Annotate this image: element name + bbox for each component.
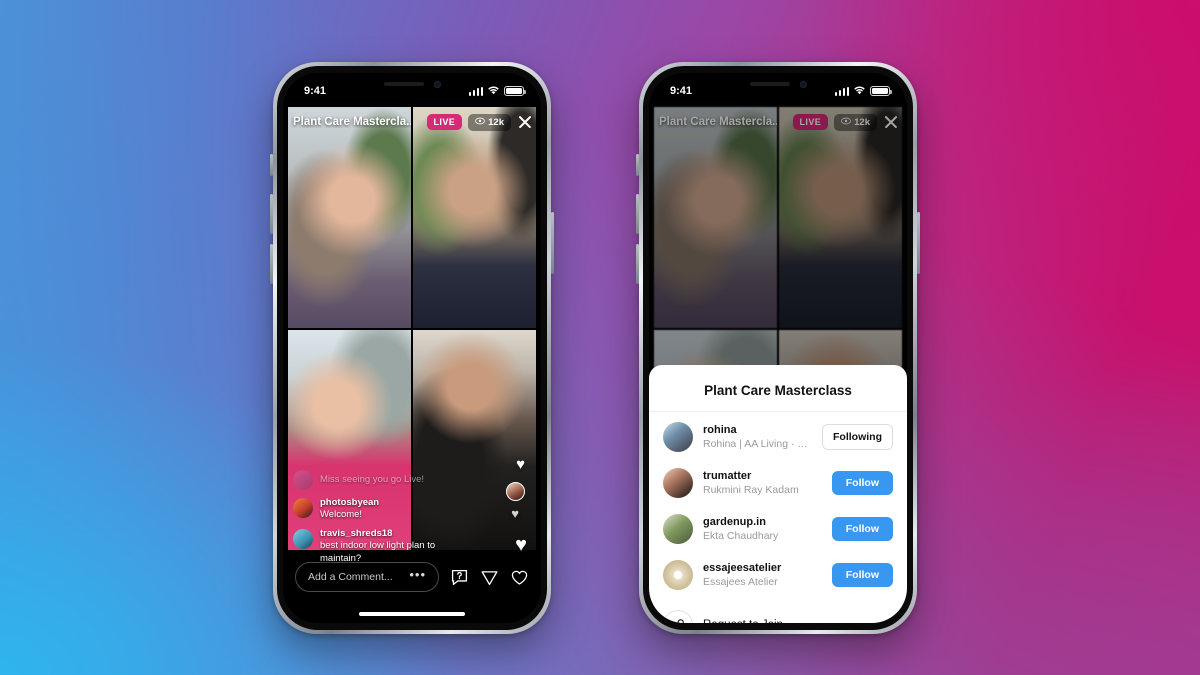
comment-text: Welcome!	[320, 509, 363, 521]
avatar-reaction-icon	[506, 482, 525, 501]
phone-bezel: 9:41 Plant Care Mastercla...	[643, 66, 913, 630]
person-fullname: Rohina | AA Living · Host	[703, 438, 812, 451]
mute-switch[interactable]	[636, 154, 639, 176]
avatar[interactable]	[663, 422, 693, 452]
heart-icon[interactable]	[509, 567, 529, 587]
avatar[interactable]	[293, 498, 313, 519]
person-username: trumatter	[703, 469, 752, 482]
list-item: photosbyean Welcome!	[293, 497, 475, 521]
people-list: rohina Rohina | AA Living · Host Followi…	[649, 412, 907, 598]
avatar[interactable]	[663, 468, 693, 498]
person-meta: gardenup.in Ekta Chaudhary	[703, 515, 822, 543]
status-time: 9:41	[670, 85, 693, 97]
comment-body: photosbyean Welcome!	[320, 497, 379, 521]
phone-bezel: 9:41 Plant Care Mastercla...	[277, 66, 547, 630]
comment-input[interactable]: Add a Comment... •••	[295, 562, 439, 592]
mute-switch[interactable]	[270, 154, 273, 176]
more-options-icon[interactable]: •••	[409, 568, 426, 581]
following-button[interactable]: Following	[822, 424, 893, 450]
power-button[interactable]	[551, 212, 554, 274]
heart-icon: ♥	[511, 506, 519, 521]
invite-sheet: Plant Care Masterclass rohina Rohina | A…	[649, 365, 907, 623]
volume-down-button[interactable]	[270, 244, 273, 284]
list-item: travis_shreds18 best indoor low light pl…	[293, 528, 475, 565]
notch	[722, 73, 834, 95]
live-comments-list: Miss seeing you go Live! photosbyean Wel…	[293, 462, 475, 565]
person-username: gardenup.in	[703, 515, 766, 528]
front-camera-icon	[799, 80, 807, 88]
follow-button[interactable]: Follow	[831, 471, 893, 495]
person-meta: rohina Rohina | AA Living · Host	[703, 423, 812, 451]
phone-invite-sheet: 9:41 Plant Care Mastercla... LIVE 12k Pl…	[636, 62, 920, 634]
paper-plane-icon[interactable]	[479, 567, 499, 587]
heart-icon: ♥	[516, 456, 525, 473]
page-title: Plant Care Masterclass	[649, 372, 907, 412]
cellular-bars-icon	[468, 86, 483, 96]
comment-username[interactable]: photosbyean	[320, 497, 379, 509]
comment-body: travis_shreds18 best indoor low light pl…	[320, 528, 475, 565]
wifi-icon	[853, 85, 866, 98]
home-indicator[interactable]	[359, 612, 465, 616]
person-fullname: Rukmini Ray Kadam	[703, 484, 799, 497]
comment-text: best indoor low light plan to maintain?	[320, 540, 436, 564]
follow-button[interactable]: Follow	[831, 563, 893, 587]
status-indicators	[834, 85, 892, 98]
cellular-bars-icon	[834, 86, 849, 96]
background-gradient-corners	[0, 0, 1200, 675]
avatar[interactable]	[663, 560, 693, 590]
volume-up-button[interactable]	[270, 194, 273, 234]
live-video-area: Plant Care Mastercla... LIVE 12k	[649, 103, 907, 623]
avatar[interactable]	[293, 529, 313, 550]
list-item[interactable]: essajeesatelier Essajees Atelier Follow	[649, 552, 907, 598]
video-tile-guest-1[interactable]	[413, 107, 536, 328]
list-item[interactable]: gardenup.in Ekta Chaudhary Follow	[649, 506, 907, 552]
person-username: rohina	[703, 423, 737, 436]
front-camera-icon	[433, 80, 441, 88]
question-bubble-icon[interactable]	[449, 567, 469, 587]
status-time: 9:41	[304, 85, 327, 97]
list-item: Miss seeing you go Live!	[293, 469, 475, 491]
request-to-join-label: Request to Join	[703, 619, 783, 623]
list-item[interactable]: rohina Rohina | AA Living · Host Followi…	[649, 414, 907, 460]
video-tile-host[interactable]	[288, 107, 411, 328]
power-button[interactable]	[917, 212, 920, 274]
person-username: essajeesatelier	[703, 561, 782, 574]
phone-screen-invite: 9:41 Plant Care Mastercla... LIVE 12k Pl…	[649, 73, 907, 623]
volume-up-button[interactable]	[636, 194, 639, 234]
comment-username[interactable]: travis_shreds18	[320, 528, 475, 540]
heart-icon: ♥	[515, 534, 527, 556]
person-meta: essajeesatelier Essajees Atelier	[703, 561, 822, 589]
earpiece-speaker	[383, 82, 424, 86]
follow-button[interactable]: Follow	[831, 517, 893, 541]
request-to-join-row[interactable]: Request to Join	[649, 598, 907, 623]
comment-body: Miss seeing you go Live!	[320, 469, 424, 487]
comment-text: Miss seeing you go Live!	[320, 474, 425, 486]
notch	[356, 73, 468, 95]
person-fullname: Ekta Chaudhary	[703, 530, 779, 543]
battery-icon	[870, 86, 892, 96]
avatar[interactable]	[663, 514, 693, 544]
earpiece-speaker	[749, 82, 790, 86]
wifi-icon	[487, 85, 500, 98]
home-indicator[interactable]	[725, 612, 831, 616]
status-indicators	[468, 85, 526, 98]
person-fullname: Essajees Atelier	[703, 576, 778, 589]
phone-live-broadcast: 9:41 Plant Care Mastercla... LIVE 12k Mi…	[270, 62, 554, 634]
phone-screen-live: 9:41 Plant Care Mastercla... LIVE 12k Mi…	[283, 73, 541, 623]
live-video-area: Plant Care Mastercla... LIVE 12k	[283, 103, 541, 623]
person-meta: trumatter Rukmini Ray Kadam	[703, 469, 822, 497]
list-item[interactable]: trumatter Rukmini Ray Kadam Follow	[649, 460, 907, 506]
volume-down-button[interactable]	[636, 244, 639, 284]
battery-icon	[504, 86, 526, 96]
avatar	[293, 470, 313, 491]
add-person-icon	[663, 610, 693, 623]
comment-input-placeholder: Add a Comment...	[308, 571, 393, 583]
